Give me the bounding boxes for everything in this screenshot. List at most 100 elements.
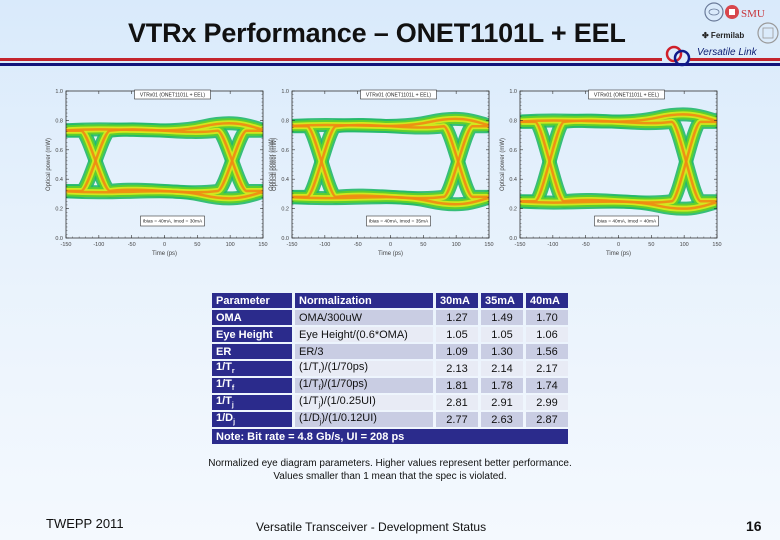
svg-text:SMU: SMU xyxy=(741,8,765,20)
y-tick-label: 0.0 xyxy=(55,236,63,242)
norm-part: )/(1/70ps) xyxy=(320,378,368,391)
y-tick-label: 0.4 xyxy=(55,177,63,183)
y-axis-label: Optical power (mW) xyxy=(272,138,278,191)
x-tick-label: 50 xyxy=(648,242,654,248)
value-cell: 2.13 xyxy=(436,361,478,376)
value-cell: 2.17 xyxy=(526,361,568,376)
value-cell: 1.70 xyxy=(526,310,568,325)
x-tick-label: 0 xyxy=(163,242,166,248)
header-35mA: 35mA xyxy=(481,293,523,308)
y-tick-label: 0.8 xyxy=(509,118,517,124)
y-tick-label: 0.2 xyxy=(55,207,63,213)
x-tick-label: -150 xyxy=(514,242,525,248)
value-cell: 1.06 xyxy=(526,327,568,342)
value-cell: 1.09 xyxy=(436,344,478,359)
table-row: OMA OMA/300uW 1.27 1.49 1.70 xyxy=(212,310,568,325)
x-tick-label: 150 xyxy=(712,242,721,248)
param-cell: 1/Dj xyxy=(212,412,292,427)
eye-diagram-svg: -150 -100 -50 0 50 100 1500.00.20.40.60.81.0Ti… xyxy=(46,89,275,257)
svg-text:✤ Fermilab: ✤ Fermilab xyxy=(702,31,744,40)
y-tick-label: 0.2 xyxy=(281,207,289,213)
eye-traces xyxy=(292,111,489,212)
y-tick-label: 0.0 xyxy=(281,236,289,242)
param-cell: OMA xyxy=(212,310,292,325)
eye-diagram-35mA: -150 -100 -50 0 50 100 150 0.0 0.2 0.4 0.6 0.8 1.0 Ti… xyxy=(266,84,502,260)
y-axis-label: Optical power (mW) xyxy=(46,138,52,191)
page-number: 16 xyxy=(746,518,762,534)
x-axis-label: Time (ps) xyxy=(606,251,631,257)
table-row: 1/Dj (1/Dj)/(1/0.12UI) 2.77 2.63 2.87 xyxy=(212,412,568,427)
param-subscript: r xyxy=(231,368,235,376)
x-axis-label: Time (ps) xyxy=(378,251,403,257)
y-tick-label: 1.0 xyxy=(281,89,289,95)
value-cell: 2.81 xyxy=(436,395,478,410)
eye-diagram-svg: -150 -100 -50 0 50 100 1500.00.20.40.60.81.0Ti… xyxy=(272,89,494,257)
param-label: 1/T xyxy=(216,395,232,408)
norm-part: (1/D xyxy=(299,412,320,425)
value-cell: 1.78 xyxy=(481,378,523,393)
param-subscript: j xyxy=(233,419,236,427)
versatile-link-logo-icon xyxy=(664,44,694,70)
header-parameter: Parameter xyxy=(212,293,292,308)
table-row: ER ER/3 1.09 1.30 1.56 xyxy=(212,344,568,359)
partner-logos: SMU ✤ Fermilab xyxy=(700,2,780,46)
plot-annotation: Ibias = 40mA, Imod = 30mA xyxy=(143,219,203,225)
smu-logo: SMU xyxy=(725,5,765,20)
header-rule-red-right xyxy=(690,58,780,61)
versatile-link-label: Versatile Link xyxy=(697,47,757,58)
norm-cell: (1/Tr)/(1/70ps) xyxy=(295,361,433,376)
value-cell: 2.91 xyxy=(481,395,523,410)
y-tick-label: 0.8 xyxy=(281,118,289,124)
y-tick-label: 0.6 xyxy=(55,148,63,154)
value-cell: 2.99 xyxy=(526,395,568,410)
x-tick-label: 150 xyxy=(484,242,493,248)
eye-parameters-table: Parameter Normalization 30mA 35mA 40mA O… xyxy=(209,291,571,446)
x-tick-label: 0 xyxy=(617,242,620,248)
slide-title: VTRx Performance – ONET1101L + EEL xyxy=(128,18,626,48)
table-row: 1/Tj (1/Tj)/(1/0.25UI) 2.81 2.91 2.99 xyxy=(212,395,568,410)
eye-diagram-svg: -150 -100 -50 0 50 100 1500.00.20.40.60.81.0Ti… xyxy=(500,89,722,257)
value-cell: 1.49 xyxy=(481,310,523,325)
fermilab-logo: ✤ Fermilab xyxy=(702,31,744,40)
eye-traces xyxy=(520,107,717,216)
param-cell: 1/Tj xyxy=(212,395,292,410)
value-cell: 2.87 xyxy=(526,412,568,427)
value-cell: 2.63 xyxy=(481,412,523,427)
table-note-row: Note: Bit rate = 4.8 Gb/s, UI = 208 ps xyxy=(212,429,568,444)
value-cell: 1.05 xyxy=(436,327,478,342)
footer-conference: TWEPP 2011 xyxy=(46,516,124,531)
norm-part: )/(1/70ps) xyxy=(320,361,368,374)
norm-part: (1/T xyxy=(299,361,319,374)
param-label: 1/T xyxy=(216,378,232,391)
norm-cell: Eye Height/(0.6*OMA) xyxy=(295,327,433,342)
plot-annotation: Ibias = 40mA, Imod = 35mA xyxy=(369,219,429,225)
header-normalization: Normalization xyxy=(295,293,433,308)
x-tick-label: -100 xyxy=(547,242,558,248)
y-tick-label: 0.2 xyxy=(509,207,517,213)
param-cell: ER xyxy=(212,344,292,359)
x-tick-label: 50 xyxy=(420,242,426,248)
norm-cell: (1/Tj)/(1/0.25UI) xyxy=(295,395,433,410)
header-rule-red xyxy=(0,58,662,61)
x-tick-label: 50 xyxy=(194,242,200,248)
header-30mA: 30mA xyxy=(436,293,478,308)
param-subscript: f xyxy=(231,385,235,393)
value-cell: 2.77 xyxy=(436,412,478,427)
table-row: 1/Tr (1/Tr)/(1/70ps) 2.13 2.14 2.17 xyxy=(212,361,568,376)
value-cell: 1.27 xyxy=(436,310,478,325)
x-tick-label: -50 xyxy=(354,242,362,248)
value-cell: 1.74 xyxy=(526,378,568,393)
value-cell: 1.30 xyxy=(481,344,523,359)
table-row: Eye Height Eye Height/(0.6*OMA) 1.05 1.0… xyxy=(212,327,568,342)
header-40mA: 40mA xyxy=(526,293,568,308)
eye-traces xyxy=(66,116,263,206)
y-tick-label: 1.0 xyxy=(55,89,63,95)
x-tick-label: 100 xyxy=(680,242,689,248)
cern-logo xyxy=(704,2,724,22)
y-tick-label: 0.6 xyxy=(281,148,289,154)
header-rule-navy xyxy=(0,63,780,66)
x-tick-label: -150 xyxy=(286,242,297,248)
table-caption: Normalized eye diagram parameters. Highe… xyxy=(208,458,572,482)
param-cell: 1/Tr xyxy=(212,361,292,376)
plot-title: VTRx01 (ONET1101L + EEL) xyxy=(140,93,206,99)
